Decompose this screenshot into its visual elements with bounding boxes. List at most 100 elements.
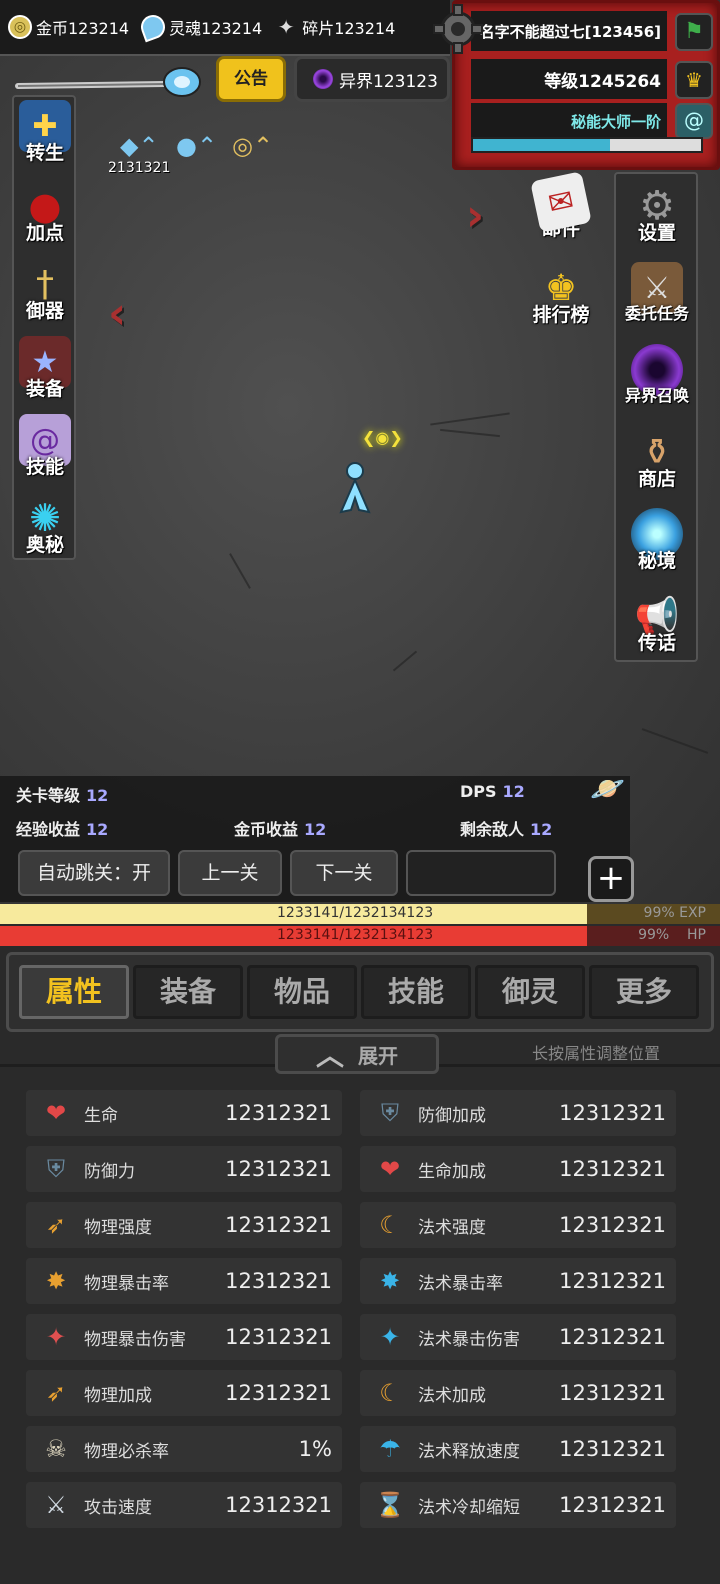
menu-arcane[interactable]: ✺ 奥秘	[0, 492, 90, 557]
shard-icon: ✦	[277, 15, 295, 39]
menu-rebirth[interactable]: ✚ 转生	[0, 100, 90, 165]
menu-secret-realm[interactable]: 秘境	[612, 508, 702, 573]
tab-items[interactable]: 物品	[247, 965, 357, 1019]
magic-bonus-icon: ☾	[379, 1379, 401, 1407]
notice-button[interactable]: 公告	[216, 56, 286, 102]
coin-buff-icon[interactable]: ◎⌃	[232, 132, 273, 168]
player-level: 等级1245264	[471, 59, 667, 99]
attribute-value: 12312321	[225, 1381, 332, 1405]
menu-weapon-control[interactable]: † 御器	[0, 258, 90, 323]
menu-broadcast[interactable]: 📢 传话	[612, 590, 702, 655]
attribute-row[interactable]: ⚔ 攻击速度 12312321	[26, 1482, 342, 1528]
exp-percent: 99% EXP	[643, 905, 706, 921]
flag-icon[interactable]: ⚑	[675, 13, 713, 51]
attribute-value: 12312321	[559, 1493, 666, 1517]
attribute-row[interactable]: ⛨ 防御加成 12312321	[360, 1090, 676, 1136]
tab-spirits[interactable]: 御灵	[475, 965, 585, 1019]
right-menu	[614, 172, 698, 662]
attribute-row[interactable]: ✦ 法术暴击伤害 12312321	[360, 1314, 676, 1360]
menu-leaderboard[interactable]: ♚ 排行榜	[516, 262, 606, 327]
tab-more[interactable]: 更多	[589, 965, 699, 1019]
hourglass-icon: ⌛	[375, 1491, 405, 1519]
heart-plus-icon: ❤	[379, 1155, 401, 1183]
dps-stat: DPS 12	[460, 782, 525, 801]
plus-button[interactable]: +	[588, 856, 634, 902]
next-stage-button[interactable]: 下一关	[290, 850, 398, 896]
attribute-row[interactable]: ☂ 法术释放速度 12312321	[360, 1426, 676, 1472]
gold-amount: 金币123214	[36, 19, 130, 38]
attribute-label: 防御力	[84, 1161, 135, 1182]
hp-bar: 1233141/1232134123 99% HP	[0, 926, 720, 946]
attribute-row[interactable]: ❤ 生命 12312321	[26, 1090, 342, 1136]
attribute-row[interactable]: ✦ 物理暴击伤害 12312321	[26, 1314, 342, 1360]
wings-icon: ❮◉❯	[362, 428, 403, 447]
player-panel[interactable]: 名字不能超过七[123456] ⚑ 等级1245264 ♛ 秘能大师一阶 @	[452, 0, 720, 170]
empty-slot-button[interactable]	[406, 850, 556, 896]
auto-skip-button[interactable]: 自动跳关：开	[18, 850, 170, 896]
attribute-row[interactable]: ➶ 物理强度 12312321	[26, 1202, 342, 1248]
tab-bar: 属性 装备 物品 技能 御灵 更多	[6, 952, 714, 1032]
menu-add-points[interactable]: ● 加点	[0, 180, 90, 245]
menu-mail[interactable]: ✉ 邮件	[516, 171, 606, 241]
attribute-label: 防御加成	[418, 1105, 486, 1126]
player-progress-bar	[471, 137, 703, 153]
attribute-value: 12312321	[225, 1101, 332, 1125]
tab-attributes[interactable]: 属性	[19, 965, 129, 1019]
attribute-row[interactable]: ☠ 物理必杀率 1%	[26, 1426, 342, 1472]
attribute-value: 12312321	[559, 1269, 666, 1293]
portal-icon	[313, 69, 333, 89]
exp-text: 1233141/1232134123	[277, 905, 434, 921]
magic-power-icon: ☾	[379, 1211, 401, 1239]
shield-plus-icon: ⛨	[381, 1099, 399, 1127]
menu-equipment[interactable]: ★ 装备	[0, 336, 90, 401]
crown-icon: ♛	[675, 61, 713, 99]
attribute-value: 12312321	[559, 1381, 666, 1405]
attribute-label: 物理必杀率	[84, 1441, 169, 1462]
menu-shop[interactable]: ⚱ 商店	[612, 426, 702, 491]
attribute-value: 12312321	[225, 1269, 332, 1293]
menu-skills[interactable]: @ 技能	[0, 414, 90, 479]
attribute-label: 物理暴击伤害	[84, 1329, 186, 1350]
attribute-row[interactable]: ⛨ 防御力 12312321	[26, 1146, 342, 1192]
ground-crack	[440, 428, 500, 438]
tab-skills[interactable]: 技能	[361, 965, 471, 1019]
attribute-row[interactable]: ✸ 法术暴击率 12312321	[360, 1258, 676, 1304]
cast-speed-icon: ☂	[379, 1435, 401, 1463]
menu-summon[interactable]: 异界召唤	[612, 344, 702, 406]
arrow-right-icon[interactable]: ›	[466, 190, 484, 241]
attribute-row[interactable]: ✸ 物理暴击率 12312321	[26, 1258, 342, 1304]
attribute-row[interactable]: ⌛ 法术冷却缩短 12312321	[360, 1482, 676, 1528]
attribute-value: 12312321	[559, 1325, 666, 1349]
player-title: 秘能大师一阶	[471, 103, 667, 139]
arrow-left-icon[interactable]: ‹	[108, 288, 126, 339]
attribute-row[interactable]: ☾ 法术加成 12312321	[360, 1370, 676, 1416]
attribute-value: 12312321	[559, 1213, 666, 1237]
ground-crack	[392, 650, 418, 672]
attribute-row[interactable]: ➶ 物理加成 12312321	[26, 1370, 342, 1416]
menu-settings[interactable]: ⚙ 设置	[612, 180, 702, 245]
phys-bonus-icon: ➶	[45, 1379, 67, 1407]
menu-quests[interactable]: ⚔ 委托任务	[612, 262, 702, 324]
attribute-value: 12312321	[559, 1157, 666, 1181]
shard-amount: 碎片123214	[302, 19, 396, 38]
otherworld-resource[interactable]: 异界123123	[294, 56, 450, 102]
attribute-value: 12312321	[225, 1493, 332, 1517]
attribute-row[interactable]: ☾ 法术强度 12312321	[360, 1202, 676, 1248]
attribute-label: 法术释放速度	[418, 1441, 520, 1462]
attribute-value: 12312321	[225, 1157, 332, 1181]
tab-equipment[interactable]: 装备	[133, 965, 243, 1019]
prev-stage-button[interactable]: 上一关	[178, 850, 282, 896]
attribute-row[interactable]: ❤ 生命加成 12312321	[360, 1146, 676, 1192]
expand-button[interactable]: ︿ 展开	[275, 1034, 439, 1074]
attribute-label: 生命加成	[418, 1161, 486, 1182]
skull-icon: ☠	[45, 1435, 67, 1463]
player-name: 名字不能超过七[123456]	[471, 11, 667, 51]
shard-resource: ✦ 碎片123214	[274, 15, 395, 39]
attribute-label: 攻击速度	[84, 1497, 152, 1518]
buff-value: 2131321	[108, 160, 171, 176]
planet-icon[interactable]: 🪐	[590, 772, 630, 812]
attribute-label: 物理暴击率	[84, 1273, 169, 1294]
gear-icon[interactable]	[433, 4, 483, 54]
soul-drop-buff-icon[interactable]: ●⌃	[176, 132, 217, 168]
attribute-value: 12312321	[225, 1213, 332, 1237]
